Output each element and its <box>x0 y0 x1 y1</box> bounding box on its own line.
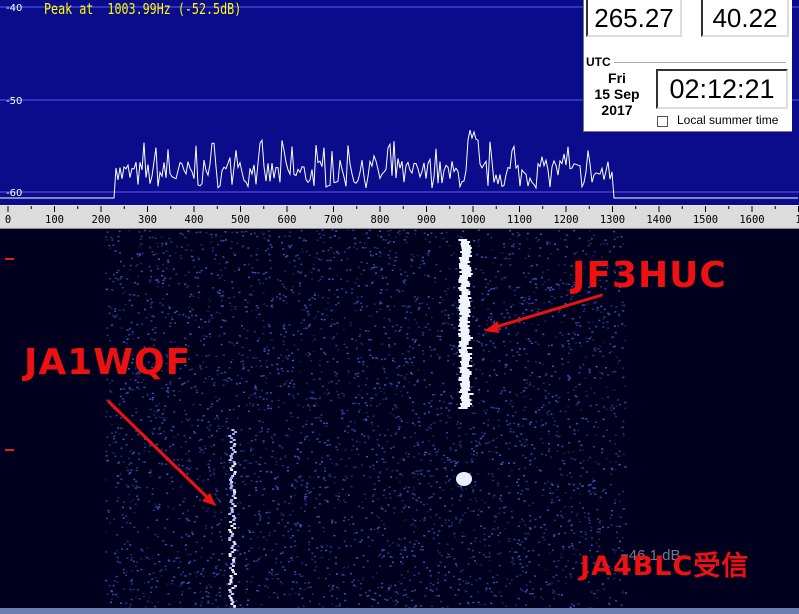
arrow-jf3huc <box>488 293 603 331</box>
arrowhead-jf3huc <box>484 321 499 333</box>
arrow-ja1wqf <box>106 399 214 504</box>
callsign-label-b: JA1WQF <box>24 342 192 383</box>
status-strip <box>0 608 799 614</box>
annotation-arrows <box>106 293 603 506</box>
callsign-label-a: JF3HUC <box>572 255 727 296</box>
receiver-label: JA4BLC受信 <box>580 551 750 582</box>
